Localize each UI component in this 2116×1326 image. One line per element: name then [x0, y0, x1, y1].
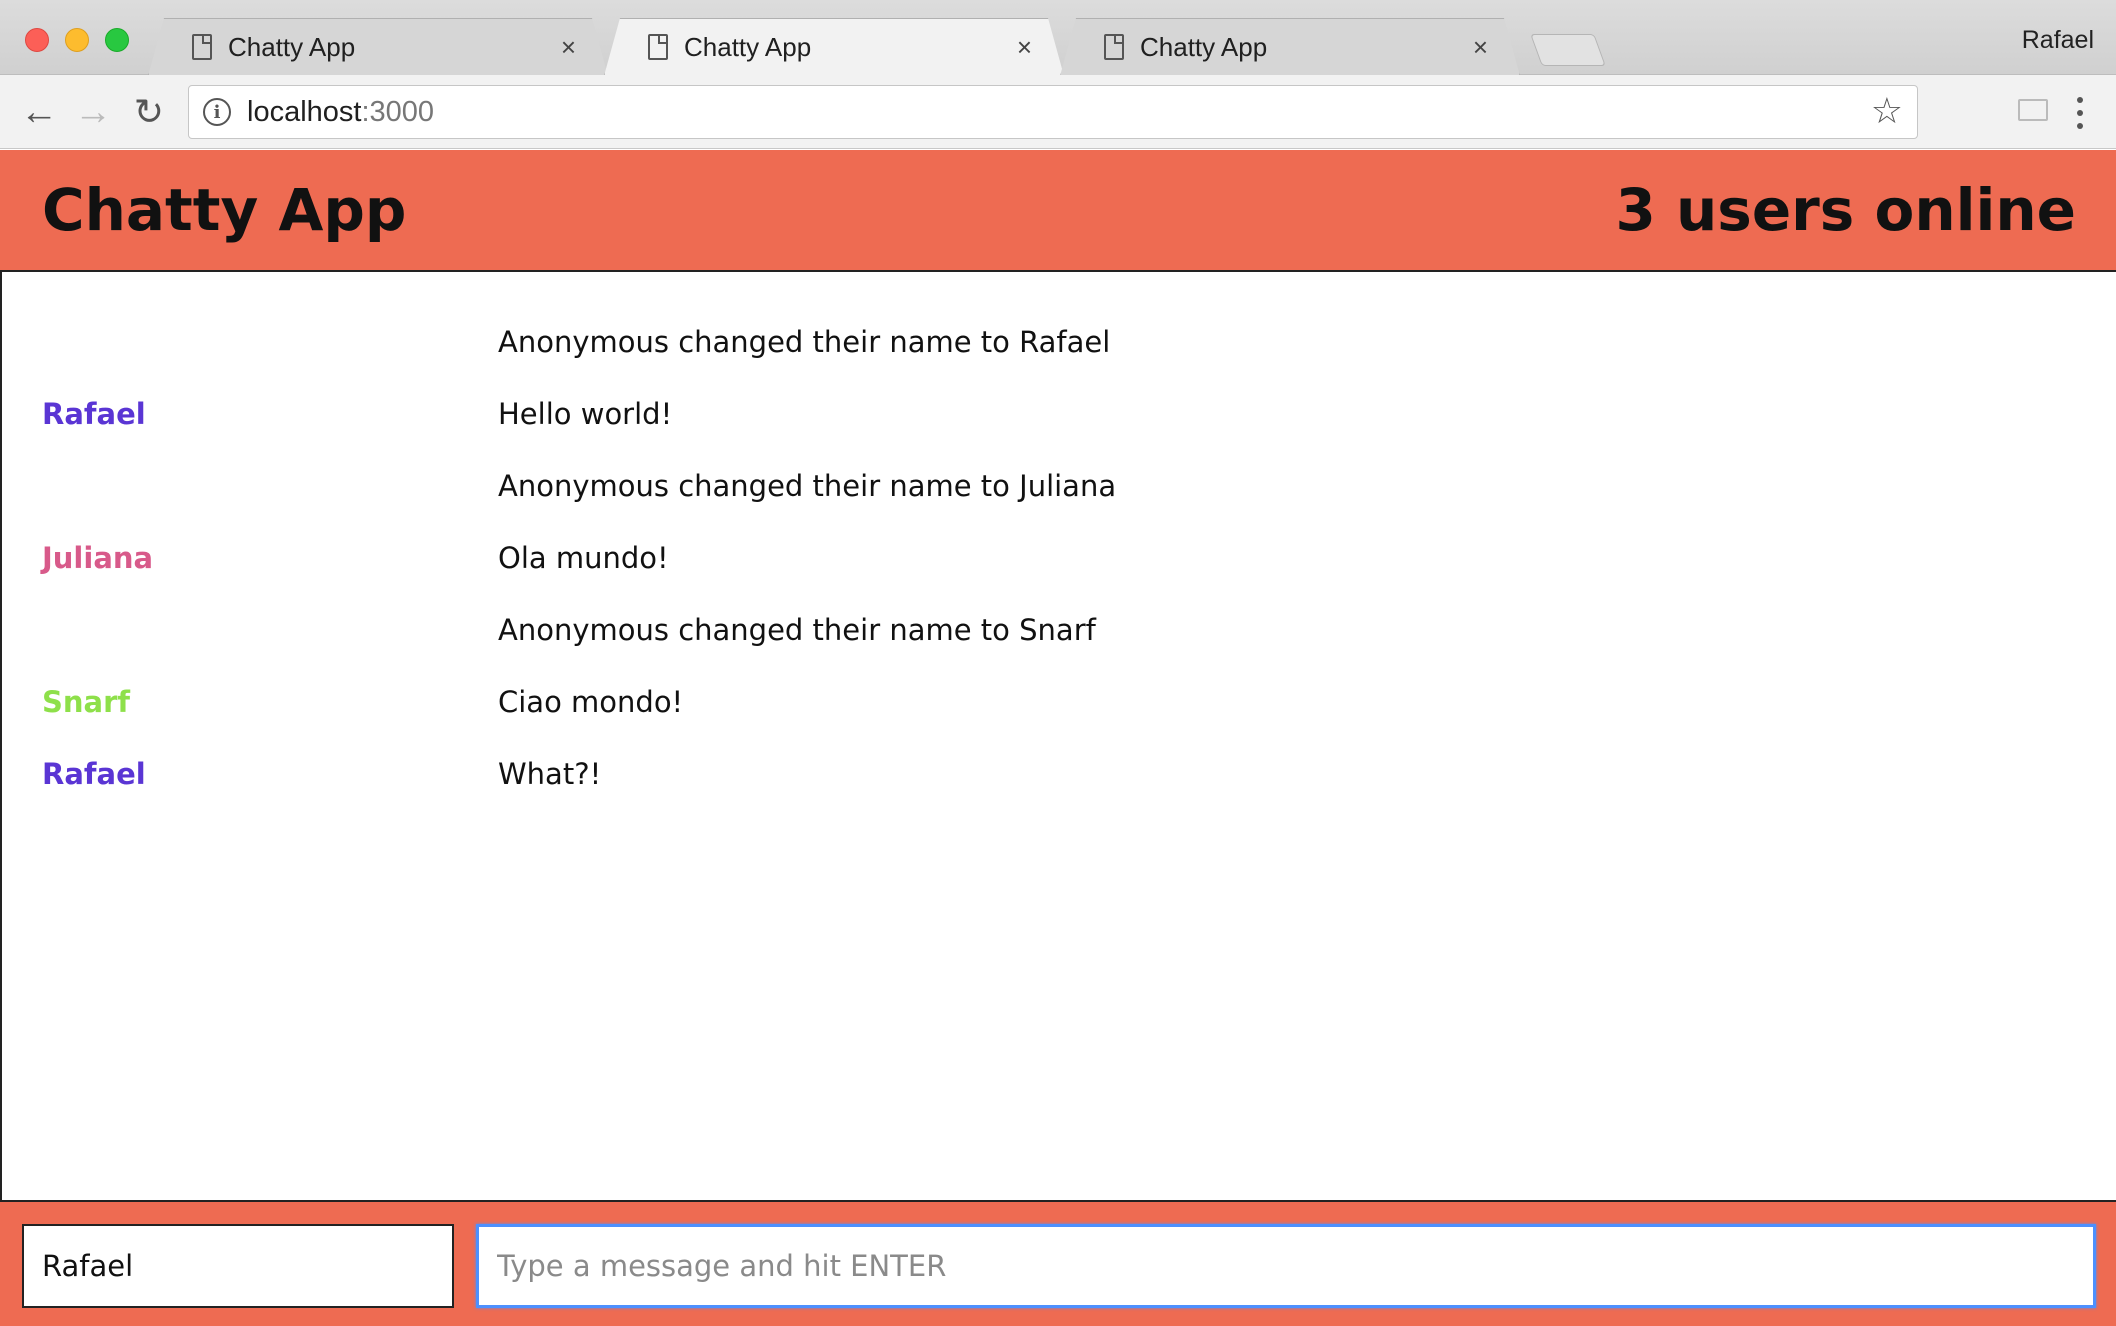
cast-icon[interactable]: [2018, 99, 2048, 121]
document-icon: [1104, 34, 1124, 60]
message-content: Ola mundo!: [498, 541, 669, 575]
chat-bar: [0, 1200, 2116, 1326]
browser-tab[interactable]: Chatty App ×: [148, 18, 608, 76]
kebab-menu-icon[interactable]: [2070, 93, 2090, 133]
message-username: Juliana: [42, 541, 154, 575]
app-navbar: Chatty App 3 users online: [0, 150, 2116, 272]
close-icon[interactable]: ×: [1017, 34, 1032, 60]
url-port: :3000: [361, 95, 435, 128]
browser-window: Chatty App × Chatty App × Chatty App × R…: [0, 0, 2116, 1326]
arrow-left-icon[interactable]: ←: [14, 87, 64, 137]
star-icon[interactable]: ☆: [1871, 90, 1903, 132]
document-icon: [648, 34, 668, 60]
users-online-counter: 3 users online: [1615, 176, 2076, 244]
arrow-right-icon[interactable]: →: [68, 87, 118, 137]
browser-tab[interactable]: Chatty App ×: [1060, 18, 1520, 76]
message-content: Anonymous changed their name to Rafael: [498, 325, 1111, 359]
message-username: Rafael: [42, 397, 146, 431]
close-icon[interactable]: ×: [561, 34, 576, 60]
message-content: Anonymous changed their name to Juliana: [498, 469, 1117, 503]
message-content: Anonymous changed their name to Snarf: [498, 613, 1096, 647]
message-username: Rafael: [42, 757, 146, 791]
tab-title: Chatty App: [1140, 31, 1268, 62]
message-content: Ciao mondo!: [498, 685, 684, 719]
page-content: Chatty App 3 users online Anonymous chan…: [0, 150, 2116, 1326]
document-icon: [192, 34, 212, 60]
message-list: Anonymous changed their name to Rafael Ra…: [0, 272, 2116, 1326]
notification-row: Anonymous changed their name to Juliana: [2, 450, 2116, 522]
app-title: Chatty App: [42, 176, 407, 244]
browser-tab-active[interactable]: Chatty App ×: [604, 18, 1064, 76]
reload-icon[interactable]: ↻: [124, 87, 174, 137]
profile-button[interactable]: Rafael: [2022, 26, 2094, 55]
info-icon[interactable]: i: [203, 98, 231, 126]
tab-title: Chatty App: [684, 31, 812, 62]
message-input[interactable]: [476, 1224, 2096, 1308]
message-row: Rafael Hello world!: [2, 378, 2116, 450]
notification-row: Anonymous changed their name to Rafael: [2, 306, 2116, 378]
message-content: What?!: [498, 757, 602, 791]
message-row: Juliana Ola mundo!: [2, 522, 2116, 594]
message-row: Snarf Ciao mondo!: [2, 666, 2116, 738]
notification-row: Anonymous changed their name to Snarf: [2, 594, 2116, 666]
message-row: Rafael What?!: [2, 738, 2116, 810]
close-icon[interactable]: ×: [1473, 34, 1488, 60]
window-zoom-button[interactable]: [105, 28, 129, 52]
window-close-button[interactable]: [25, 28, 49, 52]
tab-title: Chatty App: [228, 31, 356, 62]
username-input[interactable]: [22, 1224, 454, 1308]
window-minimize-button[interactable]: [65, 28, 89, 52]
browser-titlebar: Chatty App × Chatty App × Chatty App × R…: [0, 0, 2116, 75]
browser-toolbar: ← → ↻ i localhost:3000 ☆: [0, 75, 2116, 149]
new-tab-button[interactable]: [1530, 34, 1606, 66]
url-host: localhost: [247, 95, 362, 128]
message-username: Snarf: [42, 685, 131, 719]
message-content: Hello world!: [498, 397, 673, 431]
address-bar[interactable]: i localhost:3000 ☆: [188, 85, 1918, 139]
